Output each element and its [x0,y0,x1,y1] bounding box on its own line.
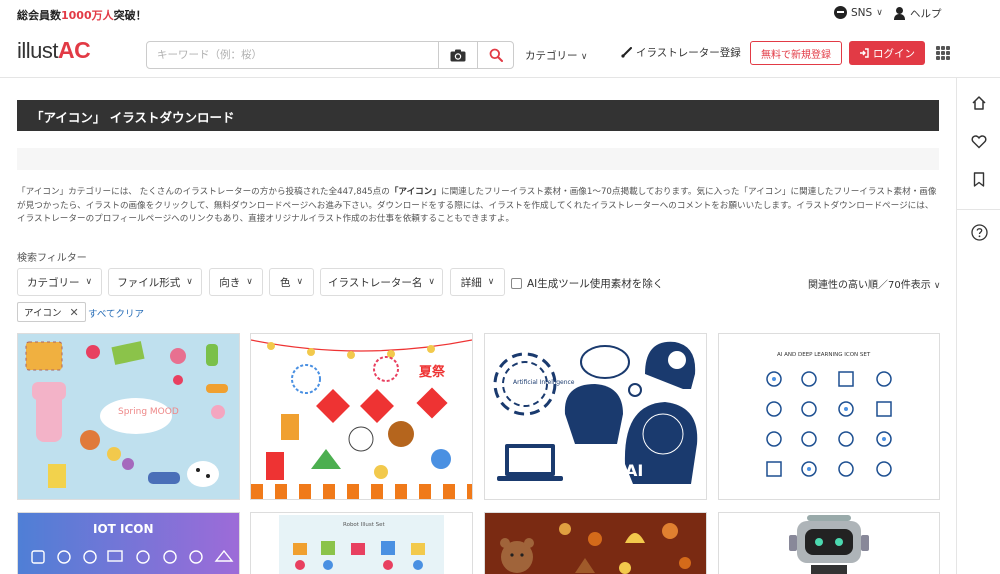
logo-text: illust [17,38,59,63]
illustration-thumbnail[interactable]: Spring MOOD [17,333,240,500]
illustration-thumbnail[interactable]: AI AND DEEP LEARNING ICON SET [718,333,940,500]
autumn-animals-image [485,513,706,574]
ai-text: AI [625,461,643,480]
free-register-button[interactable]: 無料で新規登録 [750,41,842,65]
login-button[interactable]: ログイン [849,41,925,65]
checkbox[interactable] [511,278,522,289]
filter-category[interactable]: カテゴリー ∨ [17,268,102,296]
clear-all-link[interactable]: すべてクリア [88,306,144,320]
login-icon [860,48,869,58]
filter-detail[interactable]: 詳細 ∨ [450,268,505,296]
site-logo[interactable]: illustAC [17,37,91,64]
filter-orientation-label: 向き [219,276,241,289]
category-label: カテゴリー [525,50,578,62]
sort-label: 関連性の高い順／70件表示 [808,280,931,291]
member-count: 1000万人 [61,9,114,22]
category-description: 「アイコン」カテゴリーには、 たくさんのイラストレーターの方から投稿された全44… [17,186,939,227]
close-icon[interactable]: ✕ [70,306,79,319]
filter-illustrator[interactable]: イラストレーター名 ∨ [320,268,443,296]
illustration-thumbnail[interactable]: IOT ICON [17,512,240,574]
search-box [146,41,514,69]
chevron-down-icon: ∨ [580,52,588,62]
filter-color-label: 色 [279,276,291,289]
member-prefix: 総会員数 [17,9,61,22]
illustration-thumbnail[interactable]: Robot Illust Set [250,512,473,574]
filter-illustrator-label: イラストレーター名 [328,276,423,289]
member-suffix: 突破！ [113,9,147,22]
heart-icon[interactable] [969,131,989,151]
icon-set-title: AI AND DEEP LEARNING ICON SET [777,352,871,358]
active-filter-tag[interactable]: アイコン ✕ [17,302,86,322]
sns-label: SNS [851,6,873,19]
question-icon[interactable] [969,222,989,242]
ai-exclude-label: AI生成ツール使用素材を除く [527,278,664,290]
robot-set-title: Robot Illust Set [343,522,386,528]
category-menu[interactable]: カテゴリー ∨ [525,48,587,63]
filter-category-label: カテゴリー [26,276,80,289]
spring-icons-image: Spring MOOD [18,334,239,499]
search-input[interactable] [157,46,427,64]
user-icon [893,7,906,20]
header: illustAC カテゴリー ∨ イラストレーター登録 無料で新規登録 [0,28,1000,78]
description-bold: 「アイコン」 [389,187,441,197]
logo-accent: AC [58,37,91,63]
ai-icon-set-image: AI AND DEEP LEARNING ICON SET [719,334,939,499]
info-bar [17,148,939,170]
filter-label: 検索フィルター [17,253,87,264]
description-part-1: 「アイコン」カテゴリーには、 たくさんのイラストレーターの方から投稿された全44… [17,187,390,197]
robot-illust-set-image: Robot Illust Set [251,513,472,574]
illustration-thumbnail[interactable] [484,512,707,574]
right-sidebar [956,78,1000,574]
robot-image [719,513,939,574]
search-icon [489,48,503,62]
artificial-intelligence-image: Artificial Intelligence AI [485,334,706,499]
illustration-thumbnail[interactable]: Artificial Intelligence AI [484,333,707,500]
top-strip: 総会員数1000万人突破！ SNS ∨ ヘルプ [0,0,1000,28]
page-title: 「アイコン」 イラストダウンロード [17,100,939,131]
home-icon[interactable] [969,93,989,113]
illustration-thumbnail[interactable]: 夏祭 [250,333,473,500]
chevron-down-icon: ∨ [876,7,883,18]
bookmark-icon[interactable] [969,169,989,189]
member-count-banner: 総会員数1000万人突破！ [17,7,147,23]
sort-dropdown[interactable]: 関連性の高い順／70件表示 ∨ [808,276,941,291]
sns-icon [834,6,847,19]
chevron-down-icon: ∨ [246,277,253,287]
summer-festival-image: 夏祭 [251,334,472,499]
summer-festival-text: 夏祭 [418,364,446,380]
iot-icon-image: IOT ICON [18,513,239,574]
chevron-down-icon: ∨ [428,277,435,287]
login-label: ログイン [873,47,915,60]
filter-color[interactable]: 色 ∨ [269,268,314,296]
chevron-down-icon: ∨ [487,277,495,287]
sidebar-divider [957,209,1000,210]
chevron-down-icon: ∨ [186,277,193,287]
image-search-button[interactable] [438,42,477,68]
ai-caption-text: Artificial Intelligence [513,379,575,386]
illustrator-register-link[interactable]: イラストレーター登録 [621,45,741,60]
sns-menu[interactable]: SNS ∨ [834,6,883,19]
brush-icon [621,47,632,58]
illustrator-register-label: イラストレーター登録 [636,47,741,59]
ai-exclude-checkbox[interactable]: AI生成ツール使用素材を除く [511,276,663,291]
iot-title: IOT ICON [93,522,154,536]
chevron-down-icon: ∨ [933,281,941,291]
app-grid-icon[interactable] [936,46,950,60]
filter-file-format[interactable]: ファイル形式 ∨ [108,268,202,296]
spring-mood-text: Spring MOOD [118,407,179,417]
filter-orientation[interactable]: 向き ∨ [209,268,263,296]
help-label: ヘルプ [910,8,942,20]
camera-icon [450,49,466,61]
chevron-down-icon: ∨ [296,277,304,287]
filter-file-format-label: ファイル形式 [117,276,181,289]
help-link[interactable]: ヘルプ [893,6,942,21]
filter-detail-label: 詳細 [460,276,482,289]
illustration-thumbnail[interactable] [718,512,940,574]
tag-label: アイコン [24,308,62,319]
chevron-down-icon: ∨ [85,277,93,287]
search-button[interactable] [477,42,514,68]
